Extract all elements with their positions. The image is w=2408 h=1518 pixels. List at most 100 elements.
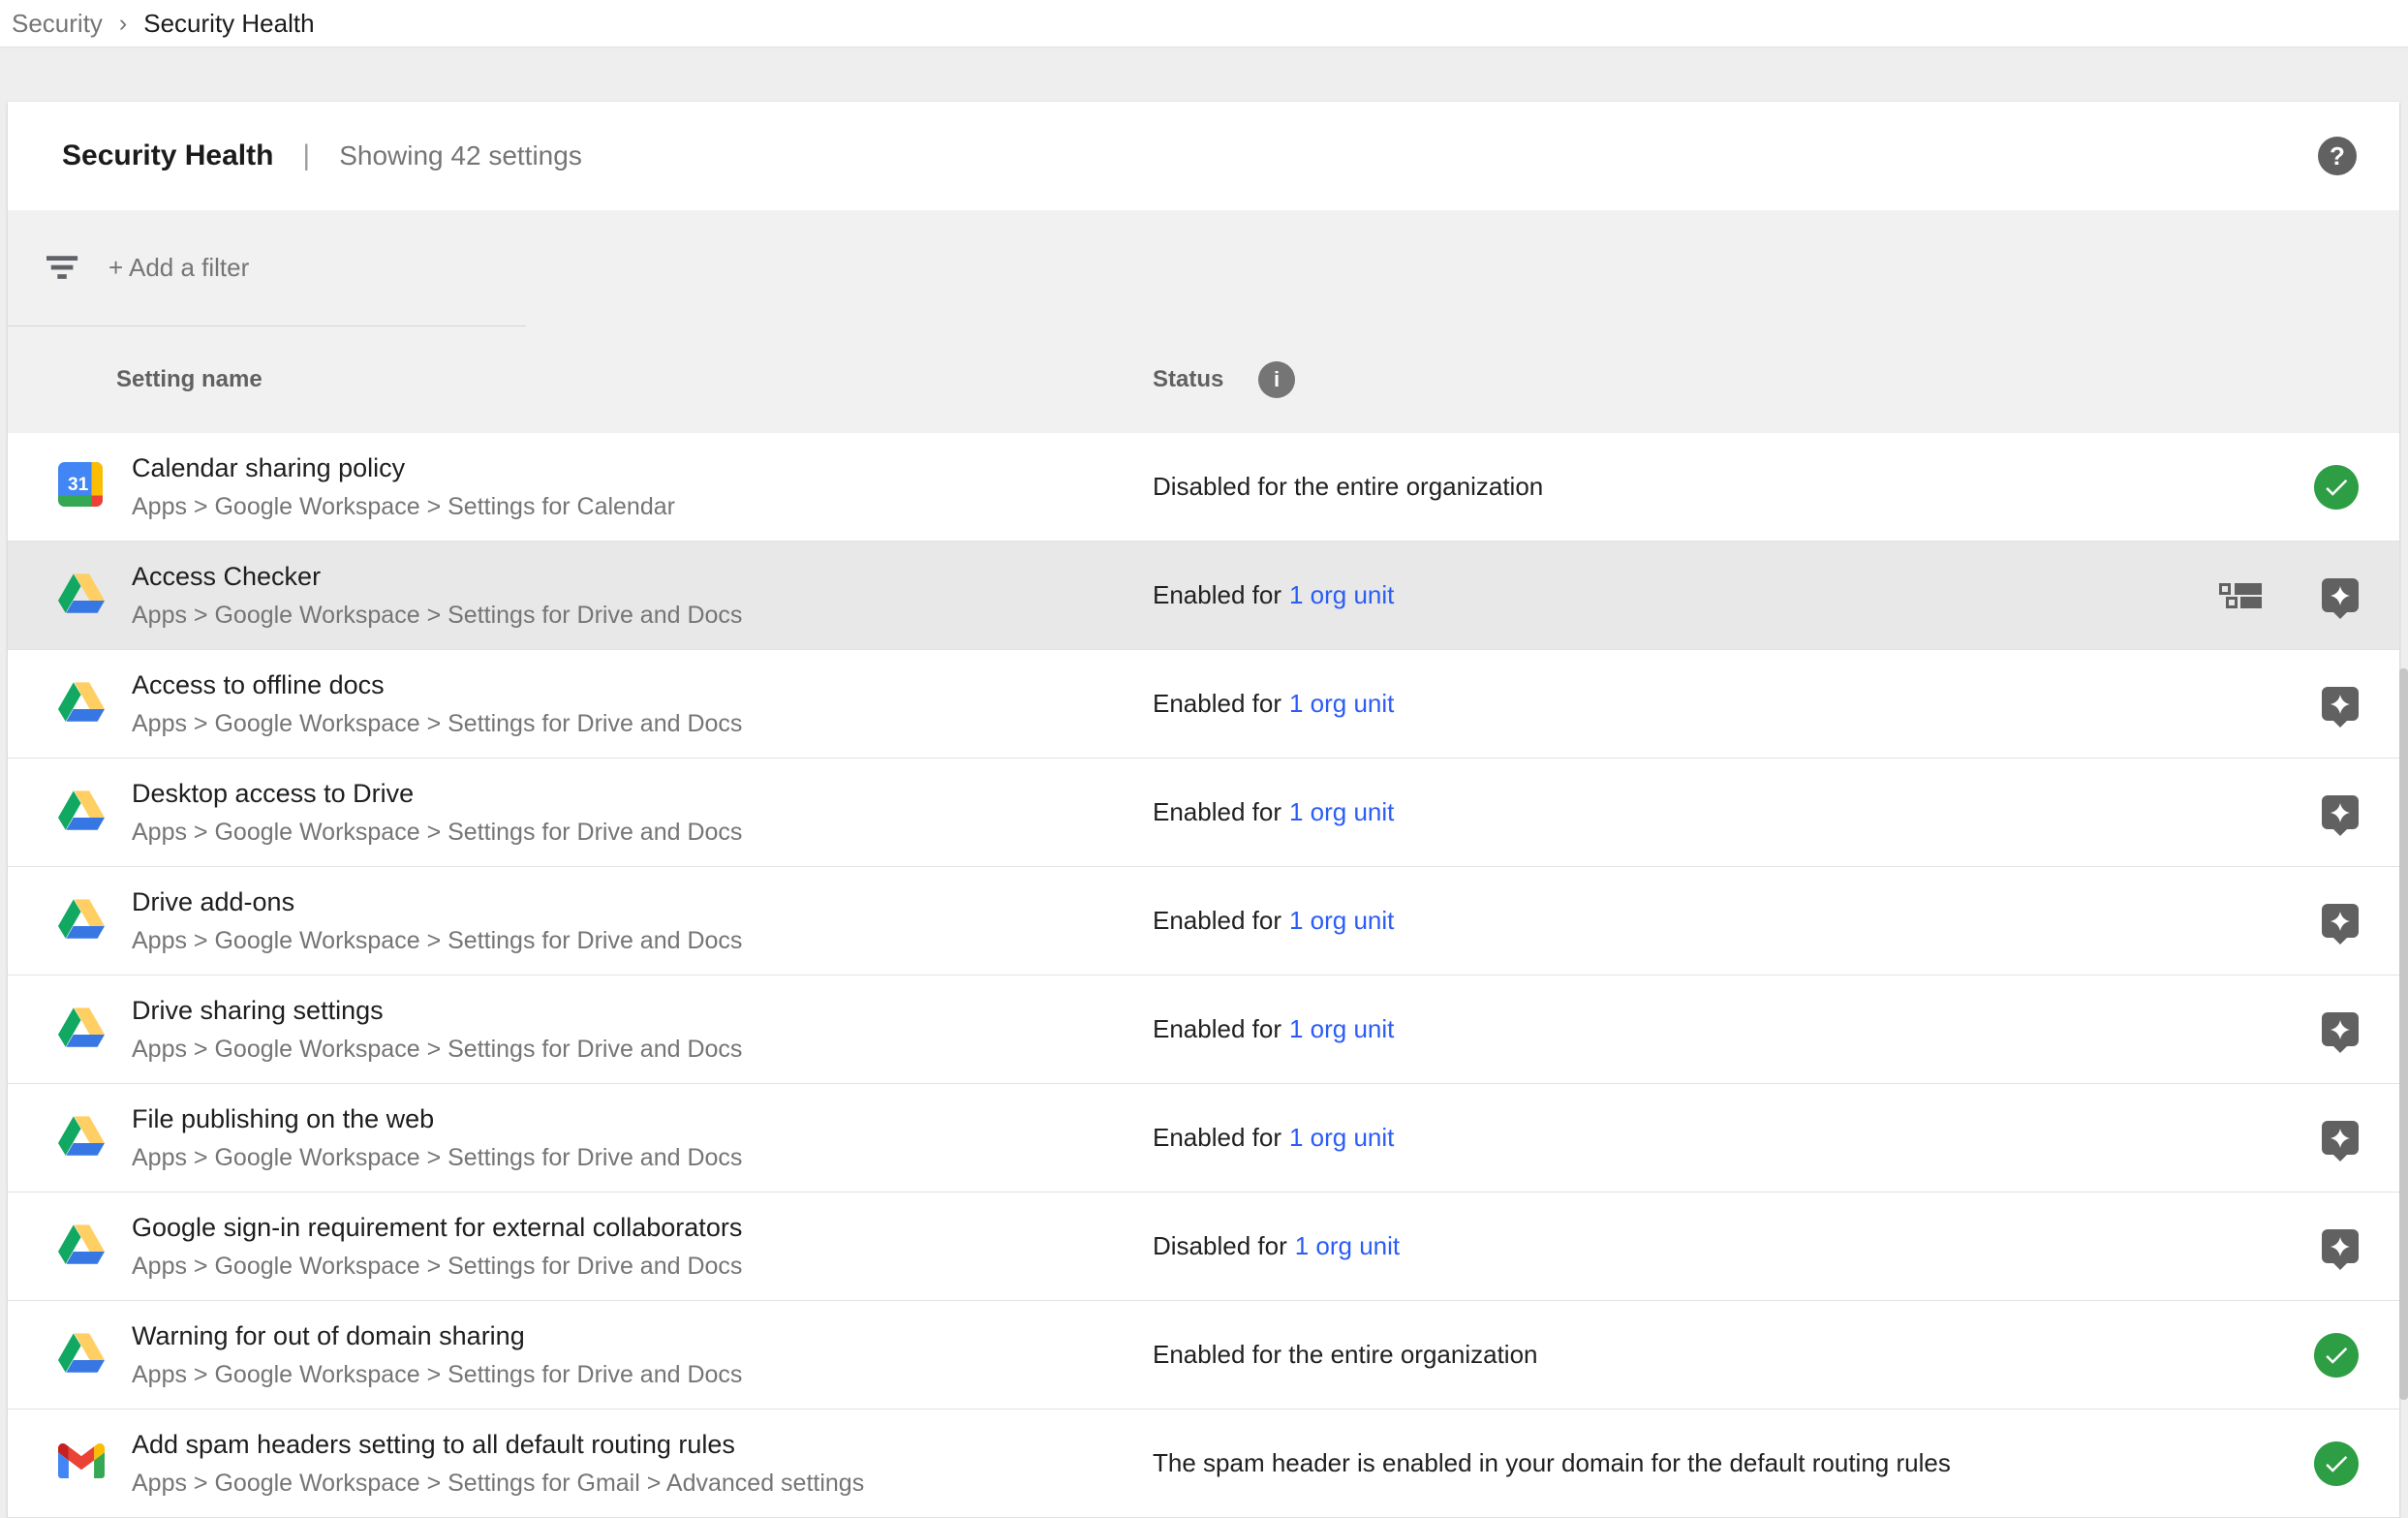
status-cell: Disabled for the entire organization <box>1153 472 2199 502</box>
column-header-setting-name: Setting name <box>116 366 262 393</box>
row-trailing-icons <box>2199 578 2399 612</box>
row-trailing-icons <box>2199 1121 2399 1155</box>
status-cell: The spam header is enabled in your domai… <box>1153 1448 2199 1478</box>
status-text: The spam header is enabled in your domai… <box>1153 1448 1951 1477</box>
status-cell: Enabled for1 org unit <box>1153 1123 2199 1153</box>
status-text: Enabled for <box>1153 580 1281 609</box>
row-trailing-icons <box>2199 1229 2399 1263</box>
gmail-icon <box>58 1443 105 1483</box>
setting-title: Add spam headers setting to all default … <box>132 1429 1153 1460</box>
org-unit-link[interactable]: 1 org unit <box>1289 906 1394 935</box>
status-text: Enabled for <box>1153 1014 1281 1043</box>
chevron-right-icon: › <box>119 10 127 38</box>
row-trailing-icons <box>2199 1333 2399 1378</box>
table-header: Setting name Status i <box>8 326 2399 433</box>
setting-name-cell: Drive add-ons Apps > Google Workspace > … <box>132 886 1153 955</box>
setting-path: Apps > Google Workspace > Settings for D… <box>132 1035 1153 1064</box>
breadcrumb-current: Security Health <box>143 9 314 39</box>
table-row[interactable]: Google sign-in requirement for external … <box>8 1193 2399 1301</box>
table-row[interactable]: Access Checker Apps > Google Workspace >… <box>8 542 2399 650</box>
table-row[interactable]: Drive sharing settings Apps > Google Wor… <box>8 976 2399 1084</box>
status-text: Enabled for <box>1153 689 1281 718</box>
product-icon-cell <box>8 681 132 727</box>
recommendation-icon[interactable] <box>2322 1229 2359 1263</box>
svg-text:31: 31 <box>68 475 89 495</box>
org-unit-link[interactable]: 1 org unit <box>1289 689 1394 718</box>
status-cell: Enabled for 1 org unit <box>1153 1014 2199 1044</box>
table-row[interactable]: Access to offline docs Apps > Google Wor… <box>8 650 2399 759</box>
setting-path: Apps > Google Workspace > Settings for D… <box>132 1143 1153 1172</box>
filter-row: + Add a filter <box>8 210 2399 325</box>
product-icon-cell <box>8 1115 132 1161</box>
table-row[interactable]: Drive add-ons Apps > Google Workspace > … <box>8 867 2399 976</box>
add-filter-button[interactable]: + Add a filter <box>108 253 249 283</box>
calendar-icon: 31 <box>58 462 103 511</box>
row-trailing-icons <box>2199 687 2399 721</box>
status-cell: Enabled for1 org unit <box>1153 906 2199 936</box>
org-unit-link[interactable]: 1 org unit <box>1295 1231 1400 1260</box>
status-text: Disabled for <box>1153 1231 1287 1260</box>
recommendation-icon[interactable] <box>2322 1012 2359 1046</box>
setting-name-cell: Desktop access to Drive Apps > Google Wo… <box>132 778 1153 847</box>
table-row[interactable]: File publishing on the web Apps > Google… <box>8 1084 2399 1193</box>
setting-path: Apps > Google Workspace > Settings for D… <box>132 601 1153 630</box>
product-icon-cell <box>8 898 132 944</box>
scrollbar-thumb[interactable] <box>2399 668 2408 1400</box>
filter-and-header-band: + Add a filter Setting name Status i <box>8 210 2399 433</box>
product-icon-cell <box>8 573 132 618</box>
recommendation-icon[interactable] <box>2322 795 2359 829</box>
setting-title: Drive add-ons <box>132 886 1153 917</box>
setting-name-cell: File publishing on the web Apps > Google… <box>132 1103 1153 1172</box>
recommendation-icon[interactable] <box>2322 687 2359 721</box>
recommendation-icon[interactable] <box>2322 904 2359 938</box>
row-trailing-icons <box>2199 1441 2399 1486</box>
table-row[interactable]: Warning for out of domain sharing Apps >… <box>8 1301 2399 1410</box>
product-icon-cell <box>8 1007 132 1052</box>
setting-title: Calendar sharing policy <box>132 452 1153 483</box>
setting-title: File publishing on the web <box>132 1103 1153 1134</box>
drive-icon <box>58 1224 105 1269</box>
info-icon[interactable]: i <box>1258 361 1295 398</box>
drive-icon <box>58 1007 105 1052</box>
settings-count: Showing 42 settings <box>339 140 582 171</box>
product-icon-cell <box>8 790 132 835</box>
product-icon-cell: 31 <box>8 462 132 511</box>
table-row[interactable]: Add spam headers setting to all default … <box>8 1410 2399 1518</box>
settings-list: 31 Calendar sharing policy Apps > Google… <box>8 433 2399 1518</box>
drive-icon <box>58 898 105 944</box>
setting-name-cell: Access to offline docs Apps > Google Wor… <box>132 669 1153 738</box>
check-circle-icon <box>2314 1441 2359 1486</box>
setting-name-cell: Google sign-in requirement for external … <box>132 1212 1153 1281</box>
org-unit-link[interactable]: 1 org unit <box>1289 797 1394 826</box>
breadcrumb-parent-link[interactable]: Security <box>12 9 103 39</box>
org-unit-link[interactable]: 1 org unit <box>1289 1123 1394 1152</box>
setting-path: Apps > Google Workspace > Settings for D… <box>132 1360 1153 1389</box>
setting-path: Apps > Google Workspace > Settings for D… <box>132 709 1153 738</box>
recommendation-icon[interactable] <box>2322 578 2359 612</box>
table-row[interactable]: Desktop access to Drive Apps > Google Wo… <box>8 759 2399 867</box>
setting-path: Apps > Google Workspace > Settings for D… <box>132 1252 1153 1281</box>
drive-icon <box>58 790 105 835</box>
org-unit-link[interactable]: 1 org unit <box>1289 1014 1394 1043</box>
setting-name-cell: Calendar sharing policy Apps > Google Wo… <box>132 452 1153 521</box>
setting-name-cell: Add spam headers setting to all default … <box>132 1429 1153 1498</box>
setting-path: Apps > Google Workspace > Settings for D… <box>132 818 1153 847</box>
filter-icon[interactable] <box>46 256 79 285</box>
setting-title: Google sign-in requirement for external … <box>132 1212 1153 1243</box>
status-cell: Enabled for the entire organization <box>1153 1340 2199 1370</box>
drive-icon <box>58 1115 105 1161</box>
check-circle-icon <box>2314 465 2359 510</box>
row-trailing-icons <box>2199 904 2399 938</box>
setting-title: Access Checker <box>132 561 1153 592</box>
setting-name-cell: Drive sharing settings Apps > Google Wor… <box>132 995 1153 1064</box>
card-header: Security Health | Showing 42 settings ? <box>8 102 2399 210</box>
help-icon[interactable]: ? <box>2318 137 2357 175</box>
product-icon-cell <box>8 1332 132 1378</box>
recommendation-icon[interactable] <box>2322 1121 2359 1155</box>
table-row[interactable]: 31 Calendar sharing policy Apps > Google… <box>8 433 2399 542</box>
drive-icon <box>58 573 105 618</box>
page-title: Security Health <box>62 139 273 172</box>
setting-name-cell: Warning for out of domain sharing Apps >… <box>132 1320 1153 1389</box>
org-unit-link[interactable]: 1 org unit <box>1289 580 1394 609</box>
setting-title: Desktop access to Drive <box>132 778 1153 809</box>
